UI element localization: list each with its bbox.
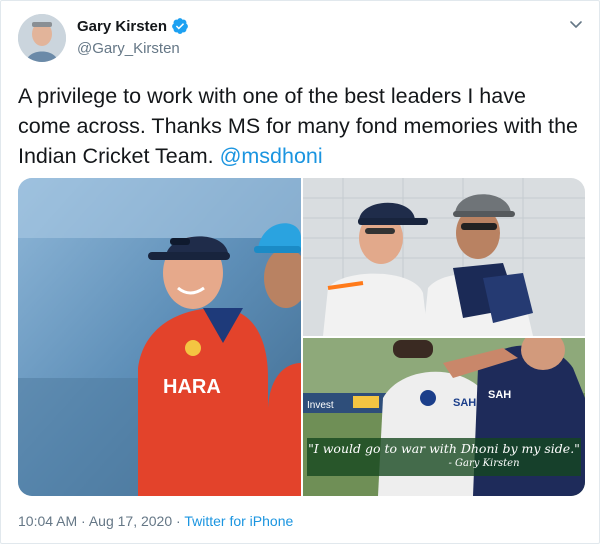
quote-overlay: "I would go to war with Dhoni by my side…: [307, 438, 581, 476]
tweet-footer: 10:04 AM · Aug 17, 2020 · Twitter for iP…: [18, 513, 293, 529]
board-text: Invest: [307, 400, 334, 411]
tweet-source-link[interactable]: Twitter for iPhone: [184, 513, 293, 529]
tweet-time[interactable]: 10:04 AM: [18, 513, 77, 529]
footer-separator: ·: [77, 513, 89, 529]
tweet-card: Gary Kirsten @Gary_Kirsten A privilege t…: [0, 0, 600, 544]
tweet-date[interactable]: Aug 17, 2020: [89, 513, 172, 529]
verified-badge-icon: [171, 17, 189, 35]
tweet-text: A privilege to work with one of the best…: [18, 81, 578, 171]
author-handle[interactable]: @Gary_Kirsten: [77, 40, 180, 57]
photo-kirsten-dhoni-gloves[interactable]: [303, 178, 585, 336]
photo-kirsten-dhoni-red[interactable]: HARA: [18, 178, 301, 496]
footer-separator-2: ·: [172, 513, 185, 529]
jersey-sponsor-text: HARA: [163, 376, 221, 398]
shirt-text-2: SAH: [488, 389, 511, 401]
photo-kirsten-dhoni-quote[interactable]: Invest SAH SAH "I would go to war with D…: [303, 338, 585, 496]
quote-text: "I would go to war with Dhoni by my side…: [308, 441, 580, 456]
media-grid: HARA Invest SAH SAH "I would go to war w…: [18, 178, 585, 496]
chevron-down-icon[interactable]: [567, 15, 585, 33]
quote-author: - Gary Kirsten: [448, 458, 520, 469]
mention-link[interactable]: @msdhoni: [220, 144, 323, 168]
shirt-text-1: SAH: [453, 397, 476, 409]
author-name[interactable]: Gary Kirsten: [77, 18, 167, 35]
avatar[interactable]: [18, 14, 66, 62]
